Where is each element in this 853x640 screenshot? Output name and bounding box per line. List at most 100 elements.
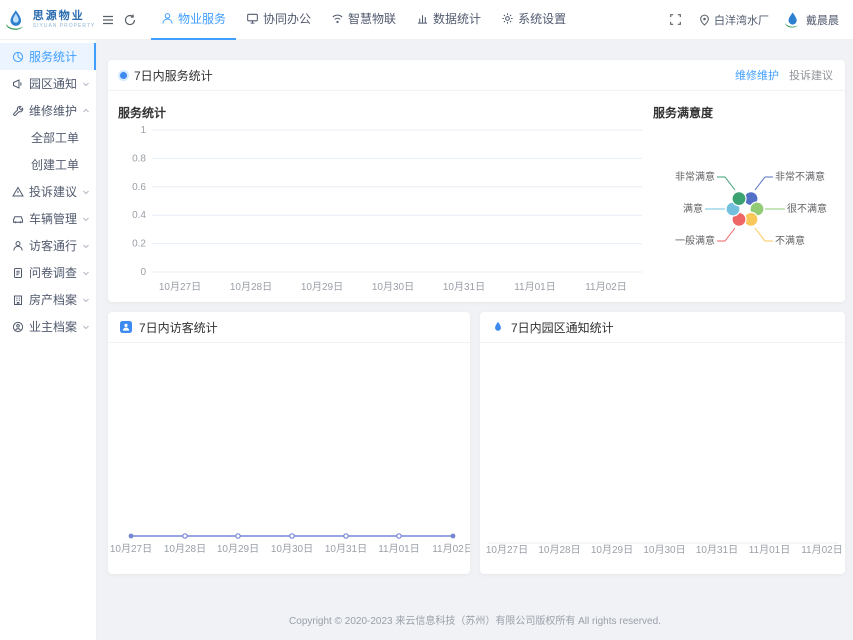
sidebar-item-property-archive[interactable]: 房产档案 xyxy=(0,286,96,313)
sidebar-item-service-stats[interactable]: 服务统计 xyxy=(0,43,96,70)
pie-stats-icon xyxy=(12,51,24,63)
smart-iot-icon xyxy=(331,12,344,25)
card-title: 7日内园区通知统计 xyxy=(511,319,614,336)
pie-callout xyxy=(717,228,735,241)
header-right: 白洋湾水厂 戴晨晨 xyxy=(664,0,853,40)
card-dot-icon xyxy=(120,72,127,79)
site-selector[interactable]: 白洋湾水厂 xyxy=(699,12,769,28)
location-pin-icon xyxy=(699,14,710,26)
x-tick: 10月29日 xyxy=(301,281,343,293)
pie-slice-very-satisfied[interactable] xyxy=(732,192,746,206)
x-tick: 11月02日 xyxy=(432,543,470,555)
x-tick: 10月29日 xyxy=(217,543,259,555)
line-chart-title: 服务统计 xyxy=(118,104,166,121)
data-point[interactable] xyxy=(397,534,401,538)
y-tick: 1 xyxy=(140,125,146,136)
nav-label: 数据统计 xyxy=(433,10,481,27)
x-tick: 10月27日 xyxy=(486,544,528,556)
sidebar-item-visitor-access[interactable]: 访客通行 xyxy=(0,232,96,259)
data-point[interactable] xyxy=(236,534,240,538)
site-name: 白洋湾水厂 xyxy=(714,12,769,28)
nav-data-statistics[interactable]: 数据统计 xyxy=(406,0,491,40)
sidebar-item-create-workorder[interactable]: 创建工单 xyxy=(0,151,96,178)
x-tick: 10月27日 xyxy=(110,543,152,555)
x-tick: 11月01日 xyxy=(378,543,420,555)
sidebar-label: 投诉建议 xyxy=(29,183,77,200)
sidebar-item-survey[interactable]: 问卷调查 xyxy=(0,259,96,286)
x-tick: 10月30日 xyxy=(372,281,414,293)
sidebar-label: 维修维护 xyxy=(29,102,77,119)
top-header: 思源物业 SIYUAN PROPERTY 物业服务 协同办公 智慧物联 xyxy=(0,0,853,40)
page: 思源物业 SIYUAN PROPERTY 物业服务 协同办公 智慧物联 xyxy=(0,0,853,640)
chevron-down-icon xyxy=(82,188,90,196)
avatar xyxy=(782,10,802,30)
service-stats-line-chart: 1 0.8 0.6 0.4 0.2 0 10月27日 10月28日 10月29日… xyxy=(114,120,649,300)
x-tick: 10月30日 xyxy=(643,544,685,556)
data-point[interactable] xyxy=(129,534,134,539)
user-menu[interactable]: 戴晨晨 xyxy=(782,10,839,30)
tab-complaints[interactable]: 投诉建议 xyxy=(789,67,833,83)
chevron-down-icon xyxy=(82,323,90,331)
nav-system-settings[interactable]: 系统设置 xyxy=(491,0,576,40)
fullscreen-icon[interactable] xyxy=(664,0,686,40)
sidebar-label: 车辆管理 xyxy=(29,210,77,227)
sidebar-label: 访客通行 xyxy=(29,237,77,254)
pie-label: 满意 xyxy=(683,202,703,215)
service-filter-tabs: 维修维护 投诉建议 xyxy=(735,67,833,83)
refresh-icon[interactable] xyxy=(119,0,141,40)
visitor-stats-card: 7日内访客统计 10月27日 10月28日 10月29日 10月30日 10月3… xyxy=(108,312,470,574)
visitor-card-icon xyxy=(120,321,132,333)
data-point[interactable] xyxy=(344,534,348,538)
sidebar-item-repair-maintenance[interactable]: 维修维护 xyxy=(0,97,96,124)
x-tick: 10月29日 xyxy=(591,544,633,556)
nav-collaboration[interactable]: 协同办公 xyxy=(236,0,321,40)
x-tick: 11月01日 xyxy=(514,281,556,293)
survey-doc-icon xyxy=(12,267,24,279)
visitor-icon xyxy=(12,240,24,252)
pie-label: 很不满意 xyxy=(787,202,827,215)
logo-icon xyxy=(2,7,28,33)
pie-callout xyxy=(755,228,773,241)
nav-smart-iot[interactable]: 智慧物联 xyxy=(321,0,406,40)
x-tick: 10月30日 xyxy=(271,543,313,555)
megaphone-icon xyxy=(12,78,24,90)
nav-label: 智慧物联 xyxy=(348,10,396,27)
sidebar-item-all-workorders[interactable]: 全部工单 xyxy=(0,124,96,151)
service-stats-card-header: 7日内服务统计 维修维护 投诉建议 xyxy=(108,60,845,91)
pie-callout xyxy=(717,177,735,190)
tab-repair-maintenance[interactable]: 维修维护 xyxy=(735,67,779,83)
copyright-footer: Copyright © 2020-2023 来云信息科技（苏州）有限公司版权所有… xyxy=(97,612,853,627)
property-service-icon xyxy=(161,12,174,25)
satisfaction-pie-chart: 非常不满意 很不满意 不满意 一般满意 满意 非常满意 xyxy=(653,90,843,270)
x-tick: 10月28日 xyxy=(164,543,206,555)
chevron-down-icon xyxy=(82,215,90,223)
visitor-line-chart: 10月27日 10月28日 10月29日 10月30日 10月31日 11月01… xyxy=(108,342,470,574)
pie-label: 非常满意 xyxy=(675,170,715,183)
sidebar-item-vehicle-management[interactable]: 车辆管理 xyxy=(0,205,96,232)
nav-label: 系统设置 xyxy=(518,10,566,27)
chevron-down-icon xyxy=(82,296,90,304)
data-point[interactable] xyxy=(290,534,294,538)
car-icon xyxy=(12,213,24,225)
nav-label: 协同办公 xyxy=(263,10,311,27)
service-stats-card: 7日内服务统计 维修维护 投诉建议 服务统计 服务满意度 1 0.8 0.6 0… xyxy=(108,60,845,302)
sidebar-label: 业主档案 xyxy=(29,318,77,335)
x-tick: 10月31日 xyxy=(696,544,738,556)
sidebar-item-park-notice[interactable]: 园区通知 xyxy=(0,70,96,97)
y-tick: 0.6 xyxy=(132,182,146,193)
sidebar-item-owner-archive[interactable]: 业主档案 xyxy=(0,313,96,340)
sidebar-label: 问卷调查 xyxy=(29,264,77,281)
chevron-up-icon xyxy=(82,107,90,115)
x-tick: 10月31日 xyxy=(443,281,485,293)
x-tick: 10月27日 xyxy=(159,281,201,293)
logo-title: 思源物业 xyxy=(33,11,95,22)
logo-subtitle: SIYUAN PROPERTY xyxy=(33,24,95,29)
data-statistics-icon xyxy=(416,12,429,25)
y-tick: 0.8 xyxy=(132,153,146,164)
data-point[interactable] xyxy=(451,534,456,539)
collapse-sidebar-icon[interactable] xyxy=(97,0,119,40)
sidebar-item-complaints[interactable]: 投诉建议 xyxy=(0,178,96,205)
data-point[interactable] xyxy=(183,534,187,538)
y-tick: 0.4 xyxy=(132,210,146,221)
nav-property-service[interactable]: 物业服务 xyxy=(151,0,236,40)
